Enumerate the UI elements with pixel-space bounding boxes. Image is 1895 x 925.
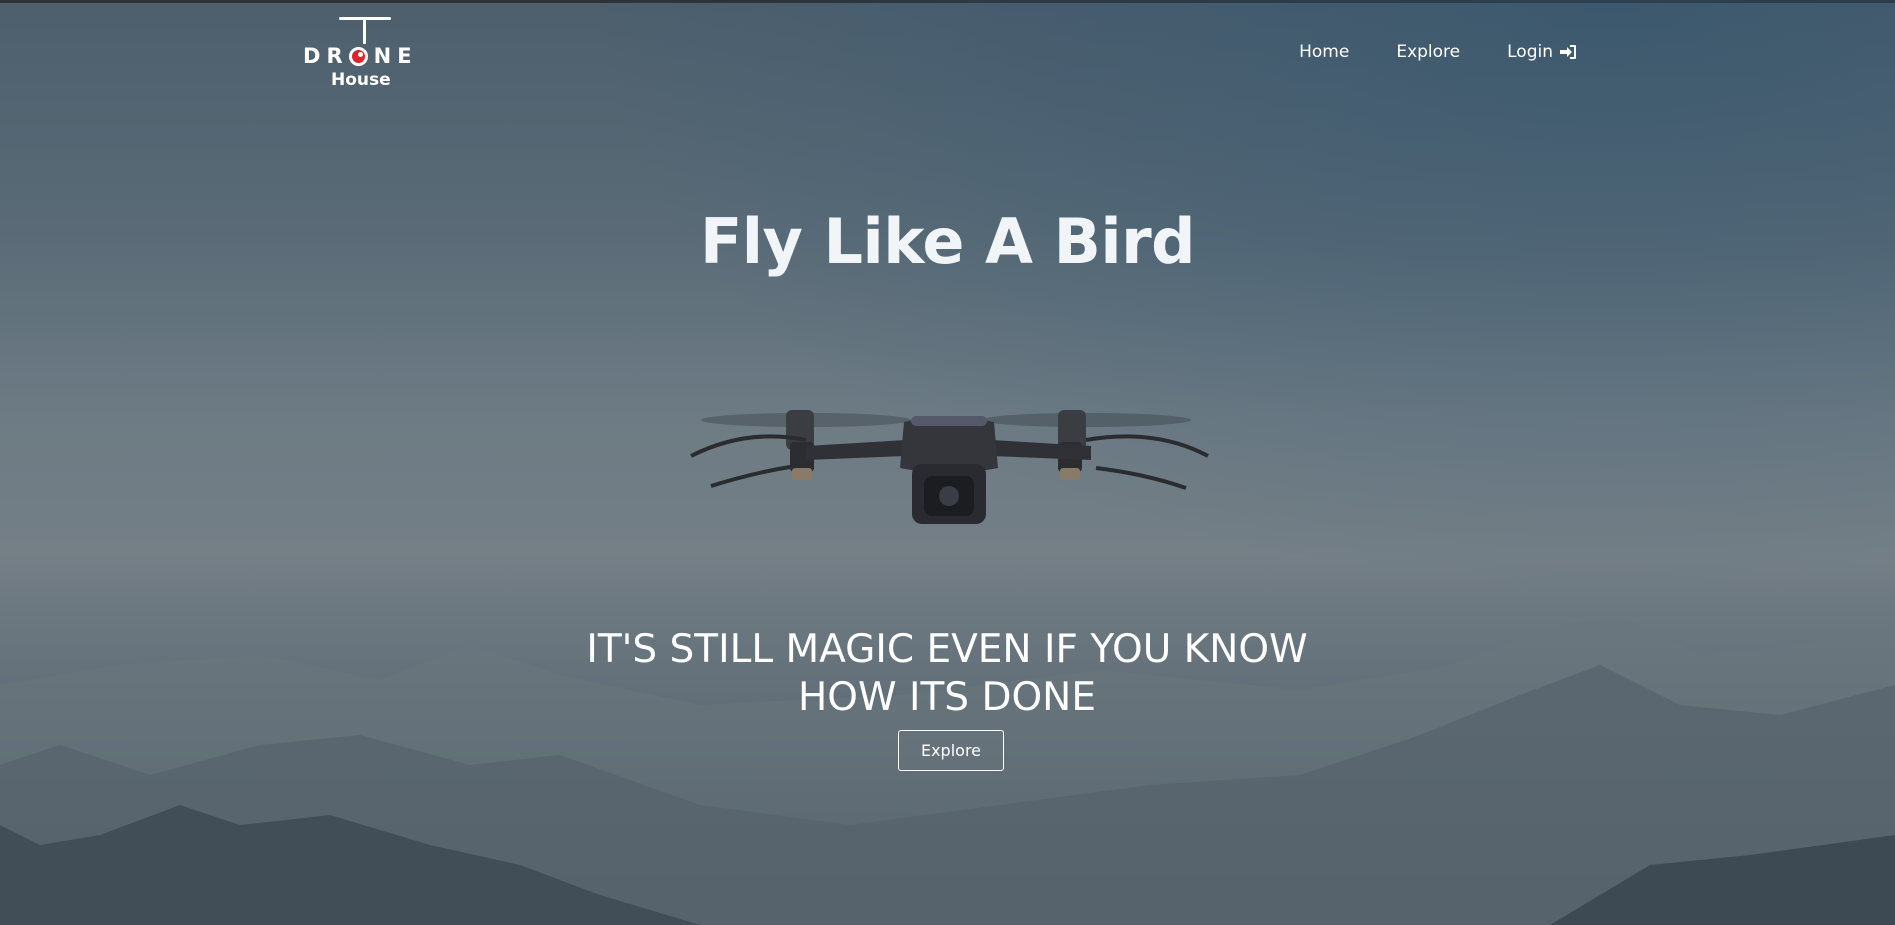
main-nav: Home Explore Login: [1299, 42, 1577, 62]
drone-image: [690, 410, 1209, 524]
nav-home-link[interactable]: Home: [1299, 42, 1349, 62]
logo-stem: [363, 19, 366, 44]
logo-camera-icon: [348, 46, 368, 66]
landing-page: DRNE House Home Explore Login Fly Like A…: [0, 0, 1895, 925]
nav-home-label: Home: [1299, 42, 1350, 62]
hero-title: Fly Like A Bird: [699, 205, 1196, 278]
sign-in-icon: [1560, 45, 1576, 59]
logo-subtitle: House: [331, 70, 391, 90]
nav-login-link[interactable]: Login: [1507, 42, 1577, 62]
nav-explore-label: Explore: [1396, 42, 1461, 62]
explore-button[interactable]: Explore: [898, 730, 1004, 771]
drone-house-logo[interactable]: DRNE House: [303, 14, 419, 92]
logo-wordmark: DRNE: [303, 44, 418, 68]
hero-tagline: IT'S STILL MAGIC EVEN IF YOU KNOW HOW IT…: [586, 627, 1308, 720]
nav-explore-link[interactable]: Explore: [1396, 42, 1460, 62]
nav-login-label: Login: [1507, 42, 1553, 62]
